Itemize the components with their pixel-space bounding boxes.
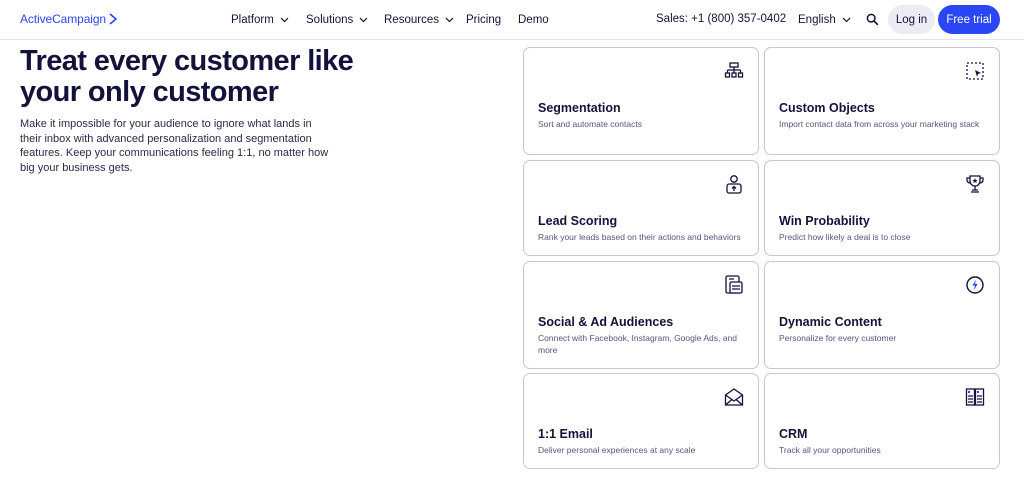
language-label: English [798, 14, 836, 26]
card-description: Deliver personal experiences at any scal… [538, 445, 696, 455]
nav-resources-label: Resources [384, 14, 439, 26]
language-selector[interactable]: English [798, 0, 851, 40]
chevron-down-icon [280, 17, 289, 23]
card-description: Predict how likely a deal is to close [779, 232, 911, 242]
card-description: Personalize for every customer [779, 333, 897, 343]
hero-description: Make it impossible for your audience to … [20, 118, 329, 174]
feature-card-lead-scoring[interactable]: Lead Scoring Rank your leads based on th… [523, 160, 759, 256]
search-icon[interactable] [866, 13, 879, 26]
card-title: CRM [779, 427, 808, 441]
nav-platform[interactable]: Platform [231, 0, 289, 40]
selection-cursor-icon [966, 62, 984, 80]
chevron-down-icon [359, 17, 368, 23]
nav-solutions[interactable]: Solutions [306, 0, 368, 40]
card-description: Sort and automate contacts [538, 119, 642, 129]
card-title: Social & Ad Audiences [538, 315, 674, 329]
logo-text: ActiveCampaign [20, 12, 106, 26]
clipboard-list-icon [725, 275, 743, 294]
chevron-down-icon [842, 17, 851, 23]
language-selector-item: English [798, 14, 851, 26]
top-navigation: ActiveCampaign Platform Solutions Resour… [0, 0, 1024, 40]
card-description: Track all your opportunities [779, 445, 881, 455]
nav-resources-item: Resources [384, 14, 454, 26]
page-title: Treat every customer like your only cust… [20, 45, 354, 108]
sales-phone-link[interactable]: Sales: +1 (800) 357-0402 [656, 13, 786, 25]
chevron-down-icon [445, 17, 454, 23]
card-description: Connect with Facebook, Instagram, Google… [538, 333, 737, 355]
feature-card-segmentation[interactable]: Segmentation Sort and automate contacts [523, 47, 759, 155]
lightning-badge-icon [966, 276, 984, 294]
feature-card-win-probability[interactable]: Win Probability Predict how likely a dea… [764, 160, 1000, 256]
card-title: Custom Objects [779, 101, 875, 115]
nav-platform-label: Platform [231, 14, 274, 26]
free-trial-button[interactable]: Free trial [938, 5, 1000, 34]
hierarchy-icon [724, 62, 744, 78]
nav-demo-label: Demo [518, 14, 549, 26]
nav-demo[interactable]: Demo [518, 0, 549, 40]
feature-card-dynamic-content[interactable]: Dynamic Content Personalize for every cu… [764, 261, 1000, 369]
nav-pricing[interactable]: Pricing [466, 0, 501, 40]
columns-icon [965, 388, 985, 406]
envelope-icon [724, 388, 744, 406]
nav-platform-item: Platform [231, 14, 289, 26]
login-button[interactable]: Log in [888, 5, 935, 34]
nav-solutions-label: Solutions [306, 14, 354, 26]
card-title: Win Probability [779, 214, 870, 228]
person-score-icon [726, 175, 742, 194]
card-description: Import contact data from across your mar… [779, 119, 980, 129]
card-title: Segmentation [538, 101, 621, 115]
feature-card-crm[interactable]: CRM Track all your opportunities [764, 373, 1000, 469]
feature-card-custom-objects[interactable]: Custom Objects Import contact data from … [764, 47, 1000, 155]
card-title: 1:1 Email [538, 427, 593, 441]
logo-arrow-icon [109, 13, 118, 25]
nav-pricing-label: Pricing [466, 14, 502, 26]
card-title: Dynamic Content [779, 315, 882, 329]
logo[interactable]: ActiveCampaign [20, 12, 118, 26]
card-description: Rank your leads based on their actions a… [538, 232, 741, 242]
feature-card-one-to-one-email[interactable]: 1:1 Email Deliver personal experiences a… [523, 373, 759, 469]
card-title: Lead Scoring [538, 214, 618, 228]
nav-resources[interactable]: Resources [384, 0, 454, 40]
feature-card-social-ad-audiences[interactable]: Social & Ad Audiences Connect with Faceb… [523, 261, 759, 369]
trophy-icon [966, 175, 984, 193]
nav-solutions-item: Solutions [306, 14, 368, 26]
